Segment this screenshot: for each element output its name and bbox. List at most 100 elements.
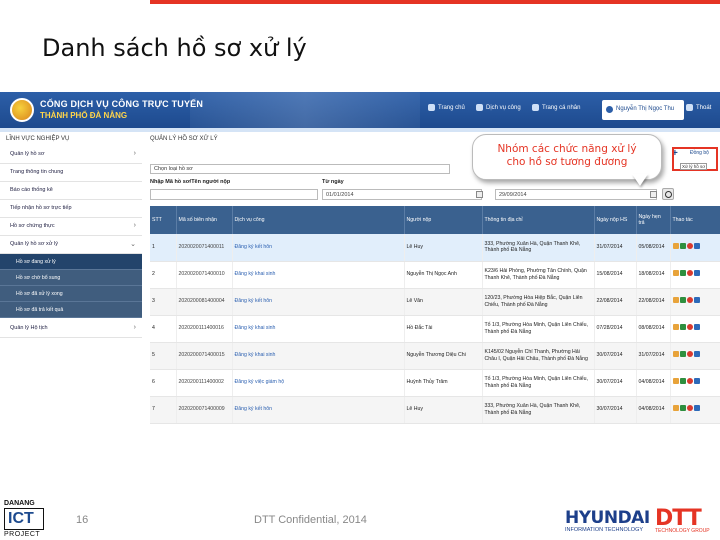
cell-service[interactable]: Đăng ký kết hôn [232, 234, 405, 262]
edit-icon[interactable] [672, 270, 679, 277]
delete-icon[interactable] [686, 324, 693, 331]
info-icon[interactable] [693, 378, 700, 385]
info-icon[interactable] [693, 405, 700, 412]
column-header[interactable]: Người nộp [404, 206, 483, 234]
cell-index: 1 [150, 234, 177, 262]
column-header: Thao tác [670, 206, 720, 234]
main-heading: QUẢN LÝ HỒ SƠ XỬ LÝ [150, 136, 218, 142]
sidebar-item-direct-intake[interactable]: Tiếp nhận hồ sơ trực tiếp [0, 200, 142, 218]
info-icon[interactable] [693, 243, 700, 249]
cell-service[interactable]: Đăng ký kết hôn [232, 288, 405, 316]
table-header-row: STT Mã số biên nhận Dịch vụ công Người n… [150, 206, 720, 234]
sidebar-item-certification[interactable]: Hồ sơ chứng thực › [0, 218, 142, 236]
column-header[interactable]: Dịch vụ công [232, 206, 405, 234]
user-menu[interactable]: Nguyễn Thị Ngọc Thu [602, 100, 684, 120]
process-icon[interactable] [679, 405, 686, 412]
delete-icon[interactable] [686, 405, 693, 412]
cell-index: 6 [150, 369, 177, 397]
cell-service[interactable]: Đăng ký khai sinh [232, 342, 405, 370]
cell-applicant: Lê Huy [404, 396, 483, 424]
from-date-label: Từ ngày [322, 179, 344, 185]
table-row[interactable]: 1 2020020071400011 Đăng ký kết hôn Lê Hu… [150, 234, 720, 262]
danang-ict-logo: DANANG ICT PROJECT [4, 498, 46, 540]
cell-due: 04/08/2014 [636, 396, 671, 424]
edit-icon[interactable] [672, 243, 679, 249]
nav-personal-page[interactable]: Trang cá nhân [532, 104, 580, 111]
edit-icon[interactable] [672, 405, 679, 412]
table-row[interactable]: 3 2020200081400004 Đăng ký kết hôn Lê Vă… [150, 288, 720, 316]
nav-public-services[interactable]: Dịch vụ công [476, 104, 521, 111]
edit-icon[interactable] [672, 378, 679, 385]
cell-receipt-code: 2020200111400016 [176, 315, 233, 343]
info-icon[interactable] [693, 297, 700, 304]
cell-applicant: Nguyễn Thương Diệu Chi [404, 342, 483, 370]
table-row[interactable]: 5 2020200071400015 Đăng ký khai sinh Ngu… [150, 342, 720, 370]
process-icon[interactable] [679, 378, 686, 385]
process-icon[interactable] [679, 297, 686, 304]
cell-service[interactable]: Đăng ký kết hôn [232, 396, 405, 424]
cell-due: 18/08/2014 [636, 261, 671, 289]
sidebar-subitem-returned[interactable]: Hồ sơ đã trả kết quả [0, 302, 142, 318]
cell-applicant: Hồ Đắc Tài [404, 315, 483, 343]
sidebar-subitem-processing[interactable]: Hồ sơ đang xử lý [0, 254, 142, 270]
table-row[interactable]: 4 2020200111400016 Đăng ký khai sinh Hồ … [150, 315, 720, 343]
calendar-icon[interactable] [650, 191, 657, 198]
chevron-right-icon: › [133, 222, 136, 229]
delete-icon[interactable] [686, 243, 693, 249]
sidebar-subitem-completed[interactable]: Hồ sơ đã xử lý xong [0, 286, 142, 302]
process-icon[interactable] [679, 243, 686, 249]
column-header[interactable]: Ngày nộp HS [594, 206, 637, 234]
cell-actions [670, 288, 720, 316]
table-row[interactable]: 2 2020020071400010 Đăng ký khai sinh Ngu… [150, 261, 720, 289]
cell-address: K23/6 Hải Phòng, Phường Tân Chính, Quận … [482, 261, 595, 289]
logout-link[interactable]: Thoát [686, 104, 711, 111]
calendar-icon[interactable] [476, 191, 483, 198]
sidebar-subitem-awaiting[interactable]: Hồ sơ chờ bổ sung [0, 270, 142, 286]
table-row[interactable]: 6 2020200111400002 Đăng ký việc giám hộ … [150, 369, 720, 397]
record-code-input[interactable] [150, 189, 318, 200]
edit-icon[interactable] [672, 351, 679, 358]
sidebar-item-general-info[interactable]: Trang thông tin chung [0, 164, 142, 182]
to-date-input[interactable]: 29/09/2014 [495, 189, 657, 200]
records-table: STT Mã số biên nhận Dịch vụ công Người n… [150, 206, 720, 424]
portal-logo-icon[interactable] [10, 98, 34, 122]
delete-icon[interactable] [686, 378, 693, 385]
cell-address: 120/23, Phường Hòa Hiệp Bắc, Quận Liên C… [482, 288, 595, 316]
process-icon[interactable] [679, 270, 686, 277]
column-header[interactable]: Ngày hẹn trả [636, 206, 671, 234]
edit-icon[interactable] [672, 324, 679, 331]
delete-icon[interactable] [686, 270, 693, 277]
cell-receipt-code: 2020020071400011 [176, 234, 233, 262]
cell-submitted: 30/07/2014 [594, 396, 637, 424]
sidebar-item-civil-registry[interactable]: Quản lý Hộ tịch › [0, 320, 142, 338]
info-icon[interactable] [693, 324, 700, 331]
info-icon[interactable] [693, 351, 700, 358]
column-header[interactable]: Thông tin địa chỉ [482, 206, 595, 234]
cell-service[interactable]: Đăng ký khai sinh [232, 261, 405, 289]
table-row[interactable]: 7 2020200071400009 Đăng ký kết hôn Lê Hu… [150, 396, 720, 424]
cell-index: 4 [150, 315, 177, 343]
info-icon[interactable] [693, 270, 700, 277]
record-type-select[interactable]: Chọn loại hồ sơ [150, 164, 450, 174]
footer-confidential: DTT Confidential, 2014 [254, 514, 367, 526]
search-button[interactable] [662, 188, 674, 200]
column-header[interactable]: Mã số biên nhận [176, 206, 233, 234]
column-header[interactable]: STT [150, 206, 177, 234]
process-icon[interactable] [679, 324, 686, 331]
header-subbar [0, 128, 720, 132]
delete-icon[interactable] [686, 351, 693, 358]
cell-service[interactable]: Đăng ký khai sinh [232, 315, 405, 343]
from-date-input[interactable]: 01/01/2014 [322, 189, 482, 200]
sidebar-item-processing[interactable]: Quản lý hồ sơ xử lý ⌄ [0, 236, 142, 254]
delete-icon[interactable] [686, 297, 693, 304]
cell-index: 7 [150, 396, 177, 424]
nav-home[interactable]: Trang chủ [428, 104, 465, 111]
cell-address: 333, Phường Xuân Hà, Quận Thanh Khê, Thà… [482, 234, 595, 262]
chevron-right-icon: › [133, 324, 136, 331]
process-icon[interactable] [679, 351, 686, 358]
edit-icon[interactable] [672, 297, 679, 304]
cell-service[interactable]: Đăng ký việc giám hộ [232, 369, 405, 397]
sidebar-item-reports[interactable]: Báo cáo thống kê [0, 182, 142, 200]
cell-submitted: 30/07/2014 [594, 369, 637, 397]
sidebar-item-records[interactable]: Quản lý hồ sơ › [0, 146, 142, 164]
